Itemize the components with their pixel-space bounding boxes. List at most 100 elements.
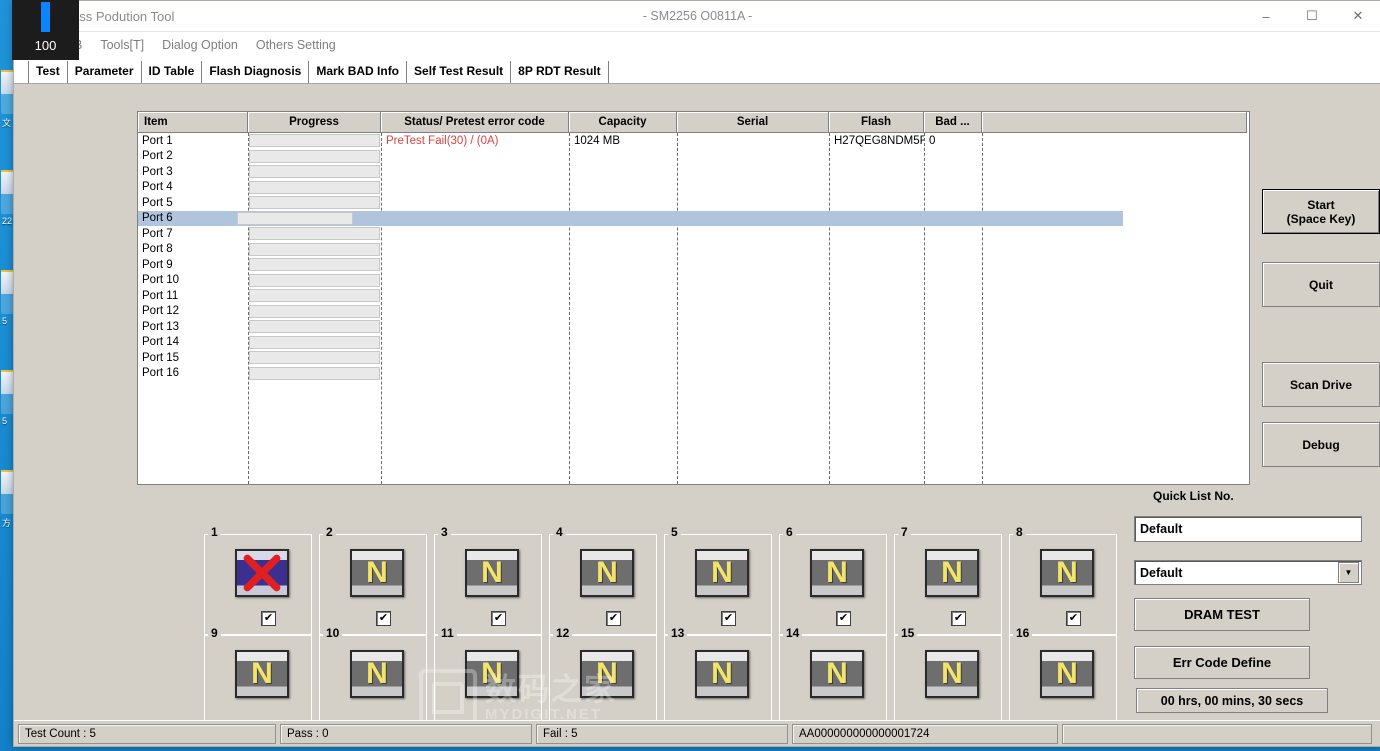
status-pass: Pass : 0 [280,723,532,744]
column-header-status-pretest-error-code[interactable]: Status/ Pretest error code [381,112,569,133]
menu-item-tools[interactable]: Tools[T] [100,38,144,52]
table-row[interactable]: Port 2 [138,149,1249,165]
drive-slot-checkbox[interactable]: ✔ [606,611,621,626]
drive-slot-checkbox[interactable]: ✔ [836,611,851,626]
drive-slot-checkbox[interactable]: ✔ [376,611,391,626]
menu-item-dialog-option[interactable]: Dialog Option [162,38,238,52]
drive-status-glyph: N [941,657,963,690]
table-row[interactable]: Port 4 [138,180,1249,196]
column-header-bad[interactable]: Bad ... [924,112,982,133]
quick-list-dropdown[interactable]: Default ▼ [1134,560,1362,585]
drive-status-glyph: N [826,556,848,589]
drive-slot-checkbox[interactable]: ✔ [721,611,736,626]
cell-item: Port 16 [142,367,180,380]
table-row[interactable]: Port 15 [138,350,1249,366]
table-row[interactable]: Port 3 [138,164,1249,180]
quit-button[interactable]: Quit [1262,262,1380,307]
column-header-capacity[interactable]: Capacity [569,112,677,133]
drive-not-tested-icon: N [465,549,519,597]
cell-item: Port 12 [142,305,180,318]
drive-slot-number: 9 [208,626,221,640]
osd-slider[interactable] [41,2,50,32]
progress-bar [248,196,381,210]
table-row[interactable]: Port 9 [138,257,1249,273]
table-row[interactable]: Port 6 [138,210,1123,226]
table-row[interactable]: Port 11 [138,288,1249,304]
drive-slot[interactable]: 8 N ✔ [1009,525,1117,635]
volume-osd-overlay: 100 [12,0,79,60]
progress-bar [248,149,381,163]
table-row[interactable]: Port 1 PreTest Fail(30) / (0A) 1024 MB H27Q… [138,133,1249,149]
progress-bar-fill [249,227,380,241]
cell-bad: 0 [929,134,936,147]
table-row[interactable]: Port 14 [138,335,1249,351]
chevron-down-icon[interactable]: ▼ [1338,562,1359,583]
drive-slot[interactable]: 6 N ✔ [779,525,887,635]
table-row[interactable]: Port 13 [138,319,1249,335]
cell-item: Port 11 [142,289,179,302]
dram-test-button[interactable]: DRAM TEST [1134,598,1310,631]
cell-item: Port 5 [142,196,173,209]
progress-bar [248,320,381,334]
drive-slot-checkbox[interactable]: ✔ [261,611,276,626]
close-icon[interactable]: ✕ [1335,1,1380,31]
menu-item-others-setting[interactable]: Others Setting [256,38,336,52]
drive-not-tested-icon: N [925,650,979,698]
table-row[interactable]: Port 8 [138,242,1249,258]
table-row[interactable]: Port 12 [138,304,1249,320]
port-table[interactable]: Item Progress Status/ Pretest error code Ca… [137,111,1250,485]
minimize-icon[interactable]: – [1243,1,1289,31]
column-header-blank[interactable] [982,112,1247,133]
cell-item: Port 14 [142,336,180,349]
cell-item: Port 4 [142,181,173,194]
tab-parameter[interactable]: Parameter [68,61,142,83]
drive-slot-number: 3 [438,525,451,539]
window-controls: – ☐ ✕ [1243,1,1380,31]
table-body[interactable]: Port 1 PreTest Fail(30) / (0A) 1024 MB H27Q… [138,133,1249,484]
drive-status-glyph: N [711,556,733,589]
status-bar: Test Count : 5 Pass : 0 Fail : 5 AA00000… [14,720,1380,746]
drive-slot-checkbox[interactable]: ✔ [1066,611,1081,626]
drive-slot[interactable]: 7 N ✔ [894,525,1002,635]
window-title: ass Podution Tool [72,8,175,24]
maximize-icon[interactable]: ☐ [1289,1,1335,31]
title-bar[interactable]: ass Podution Tool - SM2256 O0811A - – ☐ … [14,1,1380,32]
drive-slot[interactable]: 1 ✔ [204,525,312,635]
tab-test[interactable]: Test [28,61,68,83]
status-serial: AA000000000000001724 [792,723,1058,744]
drive-slot-number: 16 [1013,626,1033,640]
table-row[interactable]: Port 5 [138,195,1249,211]
drive-slot-checkbox[interactable]: ✔ [491,611,506,626]
client-area: Item Progress Status/ Pretest error code Ca… [14,84,1380,746]
quick-list-input[interactable]: Default [1134,516,1362,542]
progress-bar-fill [236,211,353,225]
tab-8p-rdt-result[interactable]: 8P RDT Result [511,61,609,83]
debug-button[interactable]: Debug [1262,422,1380,467]
tab-id-table[interactable]: ID Table [142,61,203,83]
drive-slot[interactable]: 3 N ✔ [434,525,542,635]
drive-slot-checkbox[interactable]: ✔ [951,611,966,626]
table-row[interactable]: Port 16 [138,366,1249,382]
tab-flash-diagnosis[interactable]: Flash Diagnosis [202,61,310,83]
tab-mark-bad-info[interactable]: Mark BAD Info [309,61,408,83]
column-header-flash[interactable]: Flash [829,112,924,133]
column-header-item[interactable]: Item [138,112,248,133]
drive-fail-icon [235,549,289,597]
cell-flash: H27QEG8NDM5R [834,134,924,147]
cell-item: Port 1 [142,134,173,147]
progress-bar-fill [249,242,380,256]
elapsed-timer: 00 hrs, 00 mins, 30 secs [1136,688,1328,713]
drive-slot[interactable]: 4 N ✔ [549,525,657,635]
tab-self-test-result[interactable]: Self Test Result [407,61,512,83]
start-button[interactable]: Start (Space Key) [1262,189,1380,234]
err-code-define-button[interactable]: Err Code Define [1134,646,1310,679]
column-header-progress[interactable]: Progress [248,112,381,133]
progress-bar [236,211,354,225]
drive-slot[interactable]: 5 N ✔ [664,525,772,635]
table-row[interactable]: Port 7 [138,226,1249,242]
drive-slot[interactable]: 2 N ✔ [319,525,427,635]
drive-slot-number: 5 [668,525,681,539]
column-header-serial[interactable]: Serial [677,112,829,133]
table-row[interactable]: Port 10 [138,273,1249,289]
scan-drive-button[interactable]: Scan Drive [1262,362,1380,407]
